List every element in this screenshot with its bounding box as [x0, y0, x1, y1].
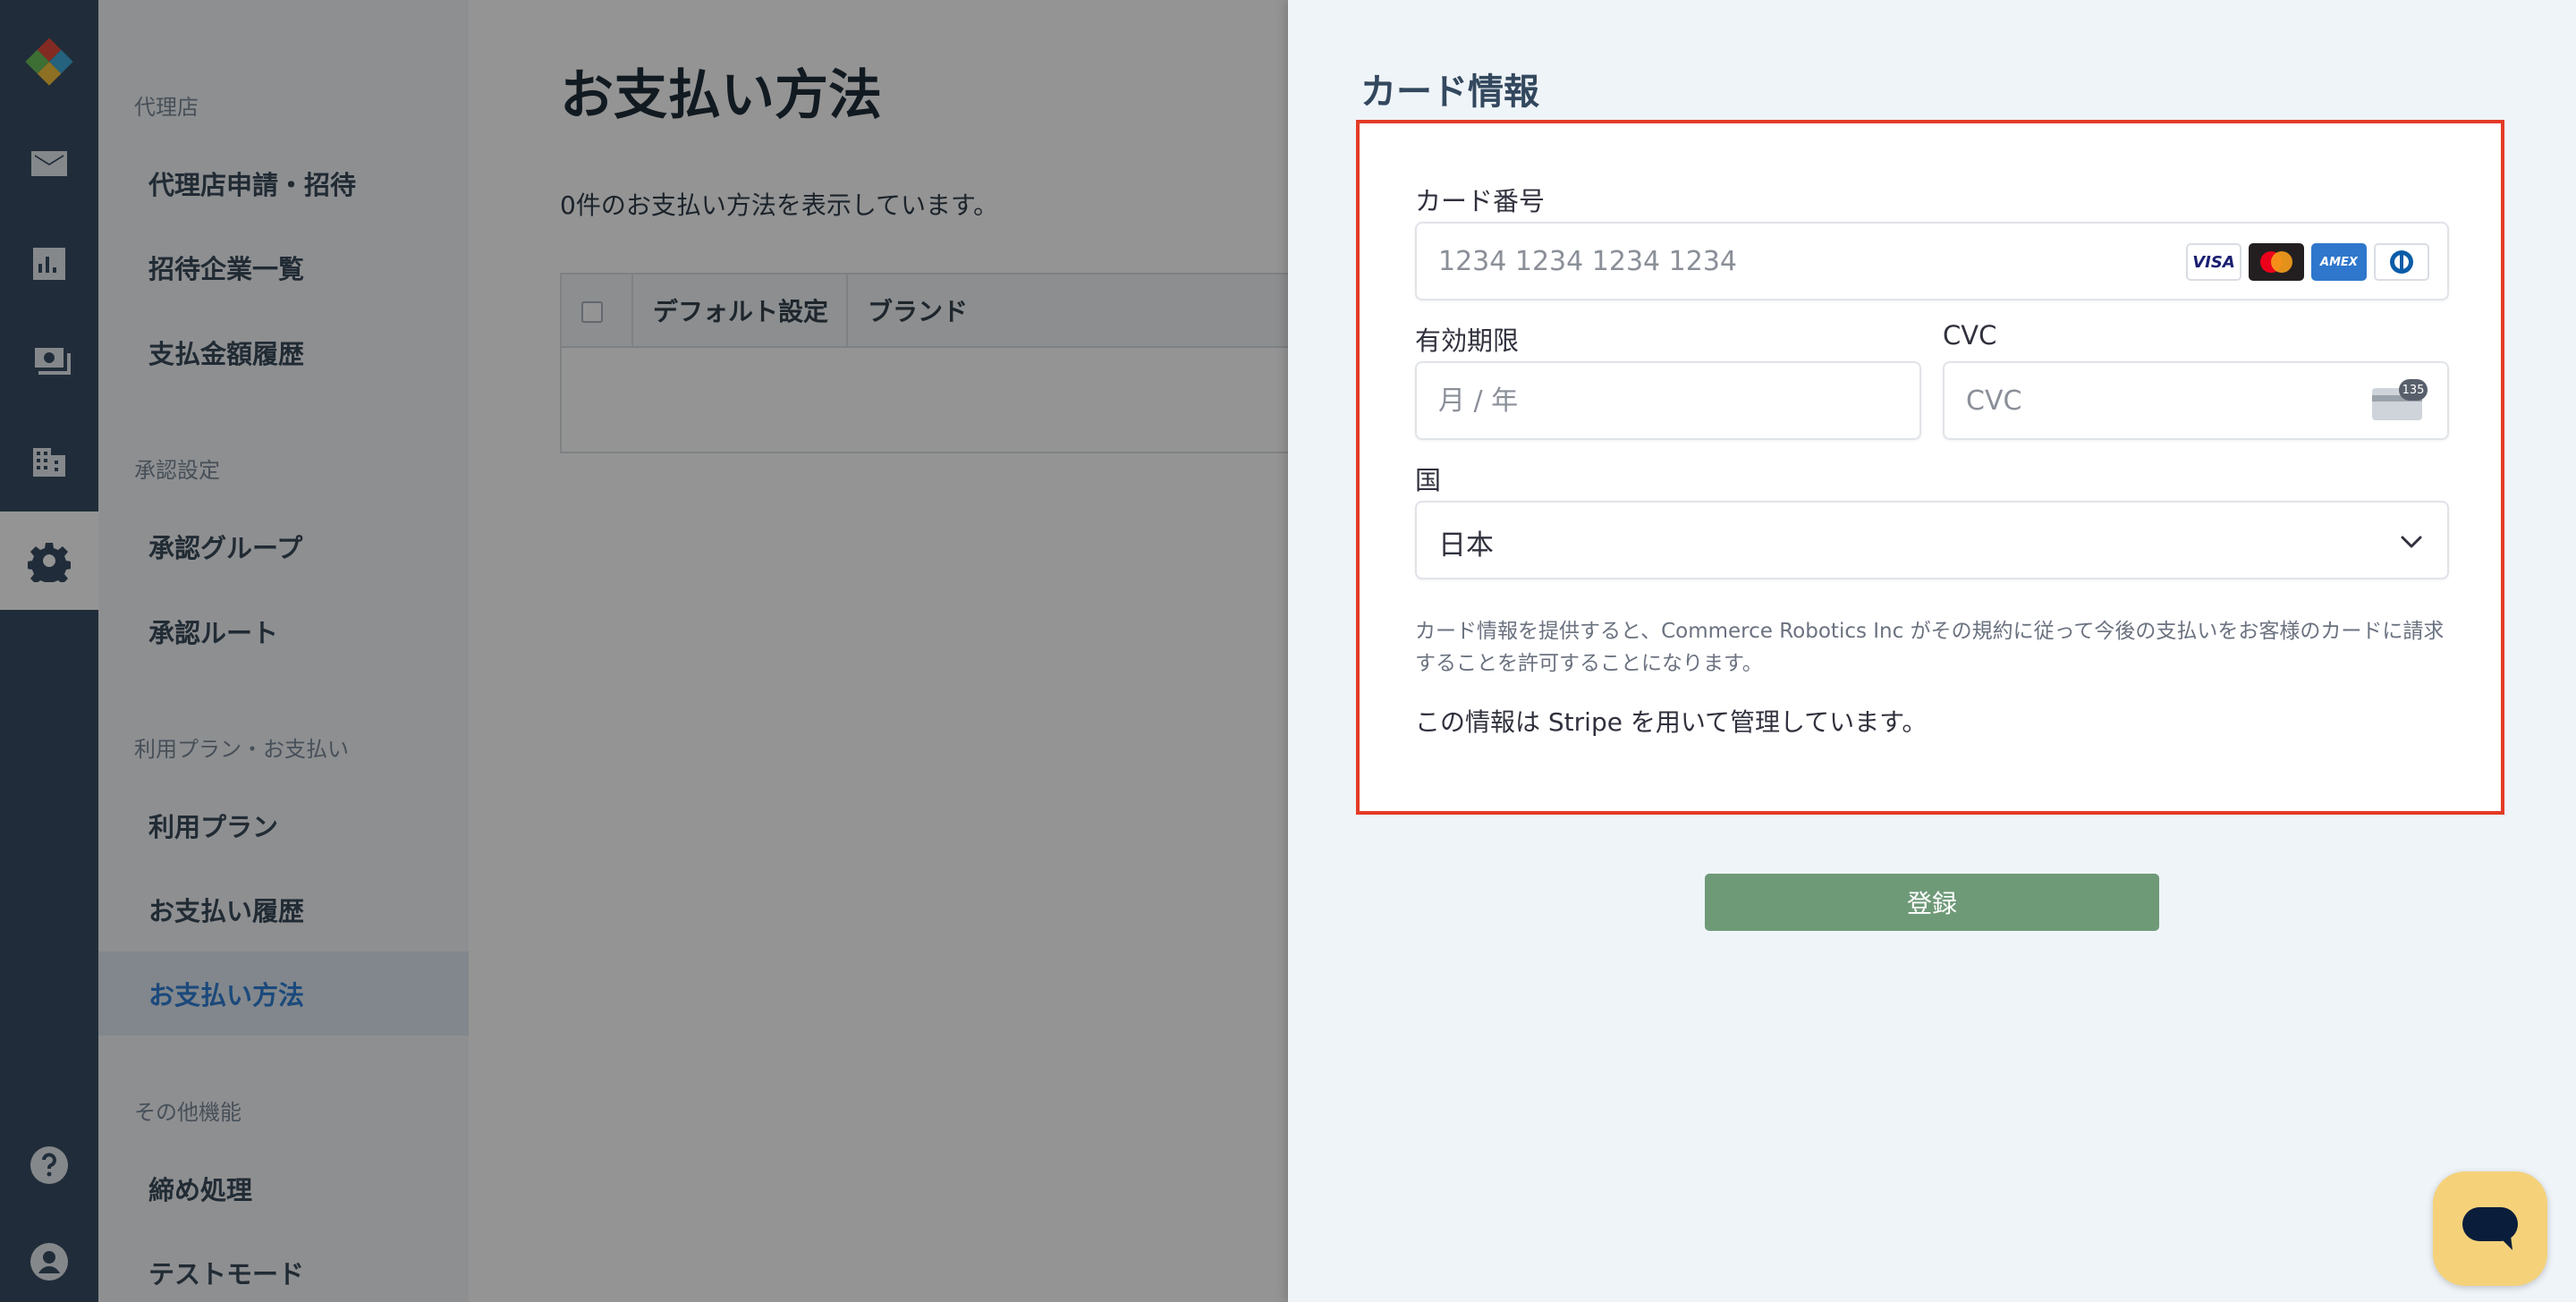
visa-icon: VISA: [2186, 243, 2241, 281]
diners-icon: [2374, 243, 2429, 281]
stripe-note: この情報は Stripe を用いて管理しています。: [1415, 707, 1928, 737]
consent-text: カード情報を提供すると、Commerce Robotics Inc がその規約に…: [1415, 620, 2445, 675]
cvc-badge: 135: [2399, 379, 2428, 401]
cvc-label: CVC: [1943, 320, 1997, 351]
card-number-input[interactable]: [1438, 240, 2160, 283]
drawer-title: カード情報: [1360, 72, 1539, 113]
mastercard-icon: [2249, 243, 2304, 281]
expiry-input[interactable]: [1438, 379, 1791, 422]
card-number-label: カード番号: [1415, 186, 1546, 216]
chat-bubble-icon: [2462, 1207, 2518, 1250]
card-form-box: カード番号 VISA AMEX 有効期限 CVC 135: [1356, 120, 2504, 815]
expiry-field[interactable]: [1415, 361, 1921, 440]
amex-icon: AMEX: [2311, 243, 2367, 281]
card-info-drawer: カード情報 カード番号 VISA AMEX 有効期限 CVC: [1288, 0, 2576, 1302]
expiry-label: 有効期限: [1415, 326, 1520, 356]
register-button[interactable]: 登録: [1705, 874, 2159, 931]
chevron-down-icon: [2401, 536, 2422, 548]
country-value: 日本: [1438, 529, 1494, 562]
card-number-field[interactable]: VISA AMEX: [1415, 222, 2449, 300]
chat-button[interactable]: [2433, 1171, 2547, 1286]
modal-backdrop[interactable]: [0, 0, 1288, 1302]
cvc-card-icon: 135: [2372, 379, 2428, 420]
country-select[interactable]: 日本: [1415, 501, 2449, 579]
cvc-input[interactable]: [1966, 379, 2318, 422]
cvc-field[interactable]: 135: [1943, 361, 2449, 440]
country-label: 国: [1415, 465, 1442, 495]
